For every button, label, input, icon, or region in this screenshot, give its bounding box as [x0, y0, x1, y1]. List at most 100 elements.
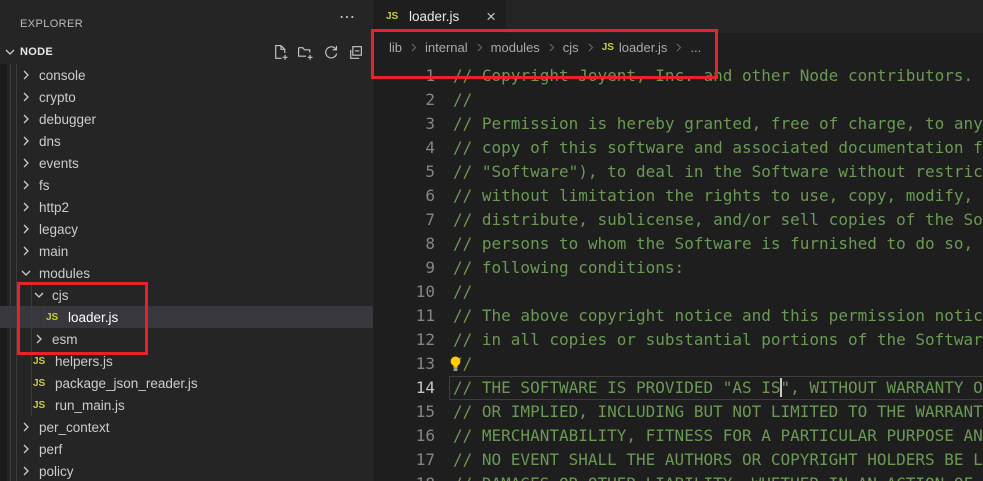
tree-item-loader-js[interactable]: JS loader.js: [0, 306, 373, 328]
line-text: // MERCHANTABILITY, FITNESS FOR A PARTIC…: [453, 424, 983, 448]
line-number: 18: [373, 472, 435, 481]
js-file-icon: JS: [33, 356, 50, 367]
line-number: 12: [373, 328, 435, 352]
breadcrumb-item-lib[interactable]: lib: [389, 40, 402, 55]
code-line: 10 //: [373, 280, 983, 304]
tree-item-label: console: [39, 68, 86, 83]
chevron-right-icon: [584, 41, 597, 54]
line-number: 14: [373, 376, 435, 400]
tree-item-label: legacy: [39, 222, 78, 237]
tree-item-main[interactable]: main: [0, 240, 373, 262]
close-icon[interactable]: ×: [486, 9, 496, 25]
tree-item-label: helpers.js: [55, 354, 113, 369]
tree-item-label: crypto: [39, 90, 76, 105]
tree-item-dns[interactable]: dns: [0, 130, 373, 152]
tab-loader-js[interactable]: JS loader.js ×: [373, 0, 506, 33]
tree-item-label: package_json_reader.js: [55, 376, 198, 391]
new-file-icon: [272, 44, 289, 61]
new-folder-button[interactable]: [297, 43, 315, 61]
code-line: 5 // "Software"), to deal in the Softwar…: [373, 160, 983, 184]
code-line: 1 // Copyright Joyent, Inc. and other No…: [373, 64, 983, 88]
js-file-icon: JS: [386, 11, 403, 22]
tree-item-events[interactable]: events: [0, 152, 373, 174]
breadcrumb-item-internal[interactable]: internal: [425, 40, 468, 55]
chevron-right-icon: [18, 463, 34, 479]
line-number: 16: [373, 424, 435, 448]
chevron-right-icon: [18, 111, 34, 127]
line-number: 3: [373, 112, 435, 136]
line-text: // following conditions:: [453, 256, 684, 280]
tree-item-package-json-reader-js[interactable]: JS package_json_reader.js: [0, 372, 373, 394]
line-number: 2: [373, 88, 435, 112]
breadcrumb-item-symbols[interactable]: ...: [690, 40, 701, 55]
tree-item-console[interactable]: console: [0, 64, 373, 86]
line-number: 8: [373, 232, 435, 256]
chevron-right-icon: [545, 41, 558, 54]
tree-item-modules[interactable]: modules: [0, 262, 373, 284]
tree-item-per-context[interactable]: per_context: [0, 416, 373, 438]
new-file-button[interactable]: [272, 43, 290, 61]
code-line: 15 // OR IMPLIED, INCLUDING BUT NOT LIMI…: [373, 400, 983, 424]
tab-bar: JS loader.js ×: [373, 0, 983, 33]
tree-item-esm[interactable]: esm: [0, 328, 373, 350]
line-text: // THE SOFTWARE IS PROVIDED "AS IS", WIT…: [453, 376, 983, 400]
line-number: 7: [373, 208, 435, 232]
tree-item-policy[interactable]: policy: [0, 460, 373, 481]
tree-item-crypto[interactable]: crypto: [0, 86, 373, 108]
tree-item-fs[interactable]: fs: [0, 174, 373, 196]
tree-item-run-main-js[interactable]: JS run_main.js: [0, 394, 373, 416]
line-number: 5: [373, 160, 435, 184]
explorer-header: EXPLORER ⋯: [0, 0, 373, 40]
code-line: 2 //: [373, 88, 983, 112]
more-actions-icon[interactable]: ⋯: [339, 10, 355, 26]
code-line: 3 // Permission is hereby granted, free …: [373, 112, 983, 136]
tree-item-label: policy: [39, 464, 74, 479]
tree-item-legacy[interactable]: legacy: [0, 218, 373, 240]
collapse-all-button[interactable]: [347, 43, 365, 61]
code-editor[interactable]: 1 // Copyright Joyent, Inc. and other No…: [373, 64, 983, 481]
breadcrumb-item-cjs[interactable]: cjs: [563, 40, 579, 55]
tree-item-debugger[interactable]: debugger: [0, 108, 373, 130]
breadcrumb-item-modules[interactable]: modules: [491, 40, 540, 55]
tree-item-cjs[interactable]: cjs: [0, 284, 373, 306]
chevron-right-icon: [473, 41, 486, 54]
chevron-down-icon: [2, 44, 18, 60]
line-text: // NO EVENT SHALL THE AUTHORS OR COPYRIG…: [453, 448, 983, 472]
tree-item-label: perf: [39, 442, 62, 457]
line-text: // The above copyright notice and this p…: [453, 304, 983, 328]
line-number: 13: [373, 352, 435, 376]
code-line: 8 // persons to whom the Software is fur…: [373, 232, 983, 256]
line-number: 6: [373, 184, 435, 208]
line-text: // distribute, sublicense, and/or sell c…: [453, 208, 983, 232]
chevron-right-icon: [31, 331, 47, 347]
line-number: 11: [373, 304, 435, 328]
vscode-window: EXPLORER ⋯ NODE: [0, 0, 983, 481]
code-line: 17 // NO EVENT SHALL THE AUTHORS OR COPY…: [373, 448, 983, 472]
collapse-all-icon: [347, 44, 364, 61]
code-line: 7 // distribute, sublicense, and/or sell…: [373, 208, 983, 232]
refresh-button[interactable]: [322, 43, 340, 61]
chevron-down-icon: [18, 265, 34, 281]
indent-guide: [44, 306, 45, 328]
tree-item-label: http2: [39, 200, 69, 215]
chevron-right-icon: [407, 41, 420, 54]
tree-item-perf[interactable]: perf: [0, 438, 373, 460]
line-number: 10: [373, 280, 435, 304]
line-text-before-cursor: // THE SOFTWARE IS PROVIDED "AS IS: [453, 378, 781, 397]
code-line: 4 // copy of this software and associate…: [373, 136, 983, 160]
tree-item-http2[interactable]: http2: [0, 196, 373, 218]
code-line: 16 // MERCHANTABILITY, FITNESS FOR A PAR…: [373, 424, 983, 448]
breadcrumb-item-loader-js[interactable]: loader.js: [619, 40, 667, 55]
tree-item-label: per_context: [39, 420, 110, 435]
tree-item-helpers-js[interactable]: JS helpers.js: [0, 350, 373, 372]
chevron-right-icon: [18, 67, 34, 83]
section-header-node[interactable]: NODE: [0, 40, 373, 64]
chevron-right-icon: [18, 155, 34, 171]
lightbulb-icon[interactable]: [447, 355, 464, 373]
line-number: 1: [373, 64, 435, 88]
js-file-icon: JS: [33, 400, 50, 411]
code-line: 9 // following conditions:: [373, 256, 983, 280]
line-text: // in all copies or substantial portions…: [453, 328, 983, 352]
chevron-right-icon: [18, 199, 34, 215]
chevron-right-icon: [18, 419, 34, 435]
